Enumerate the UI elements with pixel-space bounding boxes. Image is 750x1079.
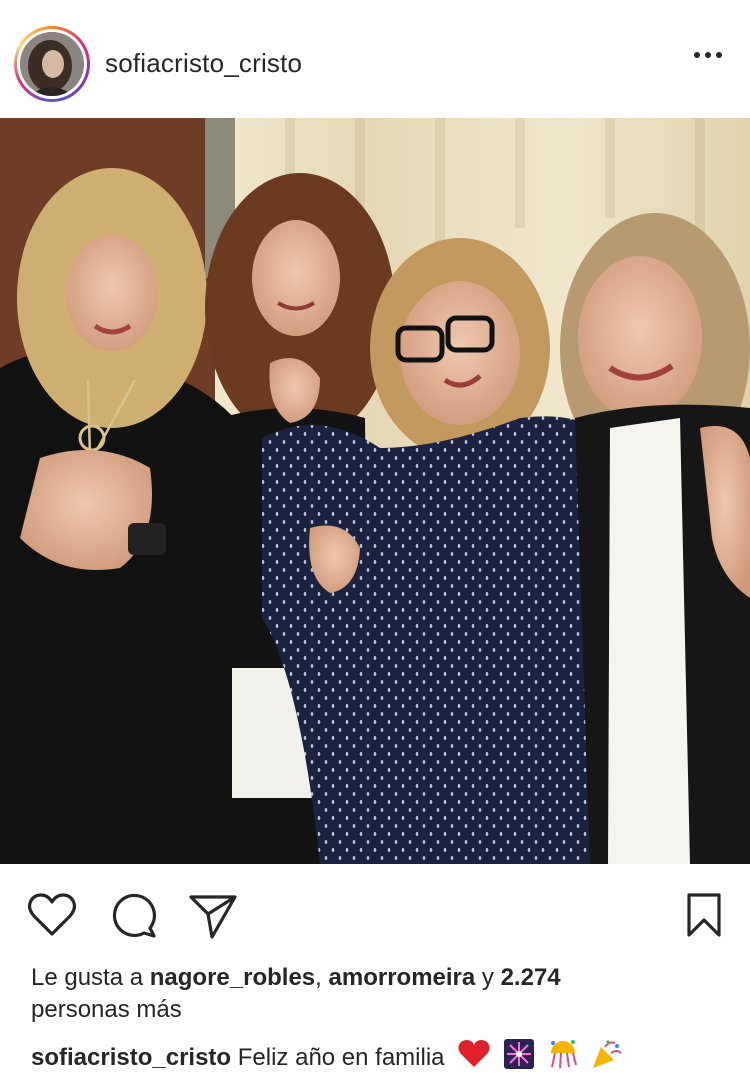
likes-summary: Le gusta a nagore_robles, amorromeira y … [31, 962, 721, 1026]
instagram-post: sofiacristo_cristo Le gusta a nagore_rob… [0, 0, 750, 1079]
post-photo[interactable] [0, 118, 750, 864]
paper-plane-icon[interactable] [188, 892, 238, 940]
post-caption: sofiacristo_cristo Feliz año en familia [31, 1039, 750, 1078]
likes-and: y [481, 964, 494, 991]
avatar-image [20, 32, 84, 96]
caption-username[interactable]: sofiacristo_cristo [31, 1044, 231, 1071]
likes-prefix: Le gusta a [31, 964, 144, 991]
heart-outline-icon[interactable] [26, 892, 78, 938]
likes-separator: , [315, 964, 322, 991]
comment-bubble-icon[interactable] [108, 890, 158, 940]
avatar[interactable] [14, 26, 90, 102]
confetti-ball-emoji-icon [547, 1039, 579, 1078]
fireworks-emoji-icon [503, 1039, 534, 1078]
caption-text: Feliz año en familia [237, 1043, 445, 1071]
liker-username[interactable]: nagore_robles [150, 964, 315, 991]
likes-count[interactable]: 2.274 [501, 964, 561, 991]
more-options-icon[interactable] [694, 52, 722, 58]
post-actions [0, 866, 750, 956]
red-heart-emoji-icon [457, 1039, 491, 1078]
bookmark-icon[interactable] [684, 892, 724, 938]
party-popper-emoji-icon [591, 1039, 623, 1078]
likes-suffix: personas más [31, 996, 182, 1023]
post-author-username[interactable]: sofiacristo_cristo [105, 48, 302, 79]
liker-username[interactable]: amorromeira [329, 964, 476, 991]
post-header: sofiacristo_cristo [0, 0, 750, 118]
